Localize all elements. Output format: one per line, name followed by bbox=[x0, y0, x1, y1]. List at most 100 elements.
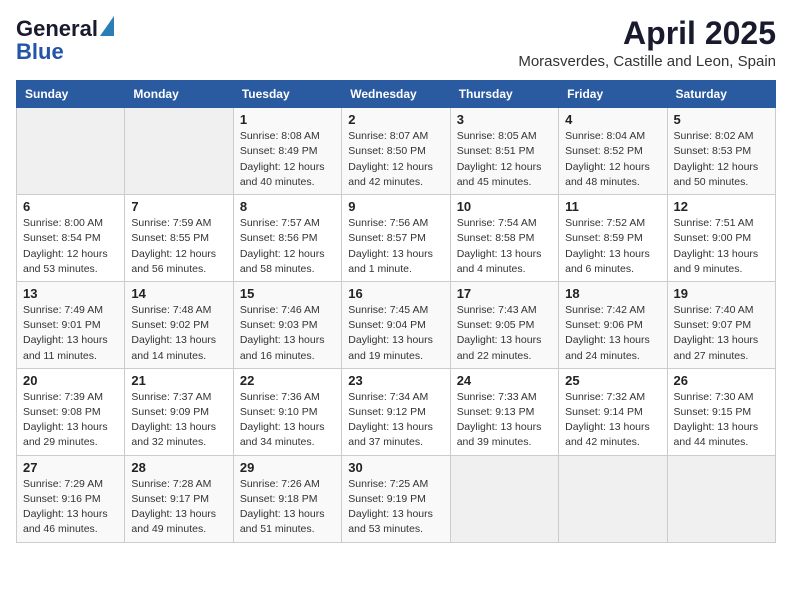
weekday-header-cell: Tuesday bbox=[233, 81, 341, 108]
calendar-day-cell: 10 Sunrise: 7:54 AMSunset: 8:58 PMDayligh… bbox=[450, 195, 558, 282]
calendar-day-cell: 12 Sunrise: 7:51 AMSunset: 9:00 PMDayligh… bbox=[667, 195, 775, 282]
calendar-week-row: 20 Sunrise: 7:39 AMSunset: 9:08 PMDayligh… bbox=[17, 368, 776, 455]
logo-general-text: General bbox=[16, 18, 98, 40]
day-number: 1 bbox=[240, 112, 335, 127]
day-number: 16 bbox=[348, 286, 443, 301]
calendar-day-cell bbox=[559, 455, 667, 542]
day-info: Sunrise: 7:25 AMSunset: 9:19 PMDaylight:… bbox=[348, 477, 443, 538]
day-info: Sunrise: 8:08 AMSunset: 8:49 PMDaylight:… bbox=[240, 129, 335, 190]
day-info: Sunrise: 8:00 AMSunset: 8:54 PMDaylight:… bbox=[23, 216, 118, 277]
calendar-day-cell bbox=[17, 108, 125, 195]
title-area: April 2025 Morasverdes, Castille and Leo… bbox=[518, 16, 776, 70]
day-number: 21 bbox=[131, 373, 226, 388]
day-info: Sunrise: 7:42 AMSunset: 9:06 PMDaylight:… bbox=[565, 303, 660, 364]
weekday-header-cell: Saturday bbox=[667, 81, 775, 108]
calendar-day-cell: 4 Sunrise: 8:04 AMSunset: 8:52 PMDaylight… bbox=[559, 108, 667, 195]
day-number: 26 bbox=[674, 373, 769, 388]
calendar-week-row: 27 Sunrise: 7:29 AMSunset: 9:16 PMDayligh… bbox=[17, 455, 776, 542]
day-number: 4 bbox=[565, 112, 660, 127]
weekday-header-row: SundayMondayTuesdayWednesdayThursdayFrid… bbox=[17, 81, 776, 108]
day-number: 29 bbox=[240, 460, 335, 475]
day-info: Sunrise: 7:30 AMSunset: 9:15 PMDaylight:… bbox=[674, 390, 769, 451]
calendar-day-cell: 18 Sunrise: 7:42 AMSunset: 9:06 PMDayligh… bbox=[559, 281, 667, 368]
calendar-day-cell bbox=[450, 455, 558, 542]
calendar-day-cell: 30 Sunrise: 7:25 AMSunset: 9:19 PMDayligh… bbox=[342, 455, 450, 542]
calendar-week-row: 1 Sunrise: 8:08 AMSunset: 8:49 PMDaylight… bbox=[17, 108, 776, 195]
logo-triangle-icon bbox=[100, 16, 114, 41]
day-info: Sunrise: 7:26 AMSunset: 9:18 PMDaylight:… bbox=[240, 477, 335, 538]
day-info: Sunrise: 8:04 AMSunset: 8:52 PMDaylight:… bbox=[565, 129, 660, 190]
day-number: 19 bbox=[674, 286, 769, 301]
calendar-day-cell: 27 Sunrise: 7:29 AMSunset: 9:16 PMDayligh… bbox=[17, 455, 125, 542]
calendar-day-cell: 22Sunrise: 7:36 AMSunset: 9:10 PMDayligh… bbox=[233, 368, 341, 455]
calendar-day-cell: 13Sunrise: 7:49 AMSunset: 9:01 PMDayligh… bbox=[17, 281, 125, 368]
calendar-day-cell: 2Sunrise: 8:07 AMSunset: 8:50 PMDaylight… bbox=[342, 108, 450, 195]
calendar-day-cell: 5Sunrise: 8:02 AMSunset: 8:53 PMDaylight… bbox=[667, 108, 775, 195]
logo: General Blue bbox=[16, 16, 114, 63]
calendar-day-cell: 21Sunrise: 7:37 AMSunset: 9:09 PMDayligh… bbox=[125, 368, 233, 455]
day-number: 22 bbox=[240, 373, 335, 388]
day-info: Sunrise: 7:45 AMSunset: 9:04 PMDaylight:… bbox=[348, 303, 443, 364]
day-number: 14 bbox=[131, 286, 226, 301]
calendar-table: SundayMondayTuesdayWednesdayThursdayFrid… bbox=[16, 80, 776, 542]
day-number: 6 bbox=[23, 199, 118, 214]
day-info: Sunrise: 7:54 AMSunset: 8:58 PMDaylight:… bbox=[457, 216, 552, 277]
day-info: Sunrise: 7:33 AMSunset: 9:13 PMDaylight:… bbox=[457, 390, 552, 451]
day-info: Sunrise: 8:05 AMSunset: 8:51 PMDaylight:… bbox=[457, 129, 552, 190]
calendar-day-cell: 20 Sunrise: 7:39 AMSunset: 9:08 PMDayligh… bbox=[17, 368, 125, 455]
day-number: 20 bbox=[23, 373, 118, 388]
day-number: 30 bbox=[348, 460, 443, 475]
day-number: 15 bbox=[240, 286, 335, 301]
calendar-day-cell: 14 Sunrise: 7:48 AMSunset: 9:02 PMDayligh… bbox=[125, 281, 233, 368]
calendar-day-cell bbox=[125, 108, 233, 195]
day-number: 11 bbox=[565, 199, 660, 214]
day-info: Sunrise: 7:34 AMSunset: 9:12 PMDaylight:… bbox=[348, 390, 443, 451]
day-number: 18 bbox=[565, 286, 660, 301]
calendar-day-cell: 9 Sunrise: 7:56 AMSunset: 8:57 PMDaylight… bbox=[342, 195, 450, 282]
weekday-header-cell: Thursday bbox=[450, 81, 558, 108]
day-info: Sunrise: 8:02 AMSunset: 8:53 PMDaylight:… bbox=[674, 129, 769, 190]
day-number: 27 bbox=[23, 460, 118, 475]
weekday-header-cell: Monday bbox=[125, 81, 233, 108]
day-number: 8 bbox=[240, 199, 335, 214]
calendar-day-cell bbox=[667, 455, 775, 542]
location-title: Morasverdes, Castille and Leon, Spain bbox=[518, 53, 776, 70]
day-info: Sunrise: 7:40 AMSunset: 9:07 PMDaylight:… bbox=[674, 303, 769, 364]
calendar-day-cell: 17Sunrise: 7:43 AMSunset: 9:05 PMDayligh… bbox=[450, 281, 558, 368]
calendar-day-cell: 7Sunrise: 7:59 AMSunset: 8:55 PMDaylight… bbox=[125, 195, 233, 282]
day-info: Sunrise: 7:57 AMSunset: 8:56 PMDaylight:… bbox=[240, 216, 335, 277]
calendar-day-cell: 3 Sunrise: 8:05 AMSunset: 8:51 PMDaylight… bbox=[450, 108, 558, 195]
calendar-day-cell: 19 Sunrise: 7:40 AMSunset: 9:07 PMDayligh… bbox=[667, 281, 775, 368]
calendar-week-row: 6 Sunrise: 8:00 AMSunset: 8:54 PMDaylight… bbox=[17, 195, 776, 282]
day-number: 12 bbox=[674, 199, 769, 214]
calendar-day-cell: 23 Sunrise: 7:34 AMSunset: 9:12 PMDayligh… bbox=[342, 368, 450, 455]
day-number: 23 bbox=[348, 373, 443, 388]
calendar-day-cell: 6 Sunrise: 8:00 AMSunset: 8:54 PMDaylight… bbox=[17, 195, 125, 282]
day-info: Sunrise: 7:46 AMSunset: 9:03 PMDaylight:… bbox=[240, 303, 335, 364]
day-info: Sunrise: 7:51 AMSunset: 9:00 PMDaylight:… bbox=[674, 216, 769, 277]
day-info: Sunrise: 8:07 AMSunset: 8:50 PMDaylight:… bbox=[348, 129, 443, 190]
day-info: Sunrise: 7:32 AMSunset: 9:14 PMDaylight:… bbox=[565, 390, 660, 451]
day-info: Sunrise: 7:56 AMSunset: 8:57 PMDaylight:… bbox=[348, 216, 443, 277]
day-info: Sunrise: 7:39 AMSunset: 9:08 PMDaylight:… bbox=[23, 390, 118, 451]
calendar-day-cell: 24 Sunrise: 7:33 AMSunset: 9:13 PMDayligh… bbox=[450, 368, 558, 455]
calendar-day-cell: 16 Sunrise: 7:45 AMSunset: 9:04 PMDayligh… bbox=[342, 281, 450, 368]
day-number: 9 bbox=[348, 199, 443, 214]
day-number: 13 bbox=[23, 286, 118, 301]
day-number: 17 bbox=[457, 286, 552, 301]
day-info: Sunrise: 7:52 AMSunset: 8:59 PMDaylight:… bbox=[565, 216, 660, 277]
calendar-day-cell: 29 Sunrise: 7:26 AMSunset: 9:18 PMDayligh… bbox=[233, 455, 341, 542]
calendar-day-cell: 28Sunrise: 7:28 AMSunset: 9:17 PMDayligh… bbox=[125, 455, 233, 542]
calendar-day-cell: 8 Sunrise: 7:57 AMSunset: 8:56 PMDaylight… bbox=[233, 195, 341, 282]
calendar-day-cell: 26 Sunrise: 7:30 AMSunset: 9:15 PMDayligh… bbox=[667, 368, 775, 455]
day-info: Sunrise: 7:29 AMSunset: 9:16 PMDaylight:… bbox=[23, 477, 118, 538]
weekday-header-cell: Wednesday bbox=[342, 81, 450, 108]
day-info: Sunrise: 7:48 AMSunset: 9:02 PMDaylight:… bbox=[131, 303, 226, 364]
day-number: 3 bbox=[457, 112, 552, 127]
day-number: 10 bbox=[457, 199, 552, 214]
header: General Blue April 2025 Morasverdes, Cas… bbox=[16, 16, 776, 70]
weekday-header-cell: Friday bbox=[559, 81, 667, 108]
calendar-day-cell: 1 Sunrise: 8:08 AMSunset: 8:49 PMDaylight… bbox=[233, 108, 341, 195]
day-number: 24 bbox=[457, 373, 552, 388]
weekday-header-cell: Sunday bbox=[17, 81, 125, 108]
